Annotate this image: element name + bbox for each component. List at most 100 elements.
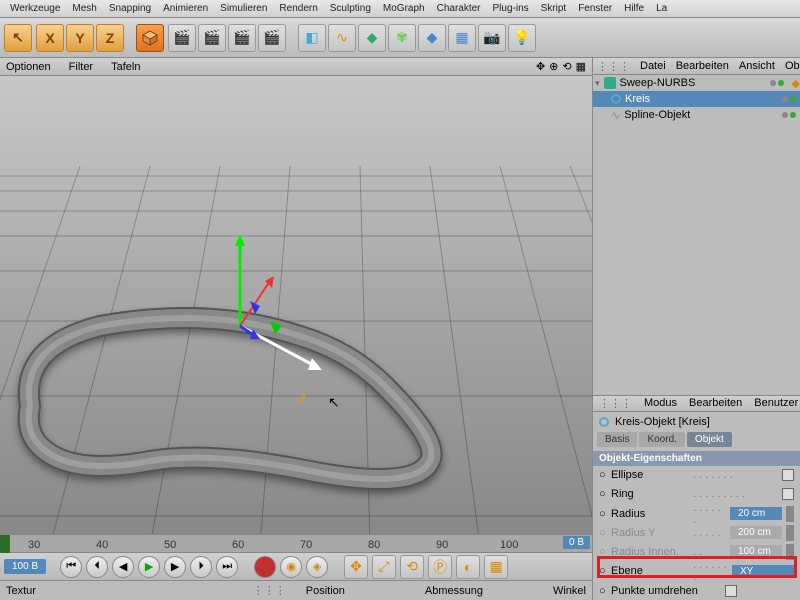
circle-icon — [599, 417, 609, 427]
circle-icon — [611, 94, 621, 104]
play-icon[interactable]: ▶ — [138, 556, 160, 578]
current-frame-field[interactable]: 100 B — [4, 559, 46, 574]
viewport-menu-item[interactable]: Tafeln — [111, 61, 140, 73]
next-key-icon[interactable]: ⏵ — [190, 556, 212, 578]
array-tool-icon[interactable]: ✾ — [388, 24, 416, 52]
am-menu-item[interactable]: Bearbeiten — [689, 397, 742, 409]
timeline-playhead[interactable] — [0, 535, 10, 553]
axis-y-button[interactable]: Y — [66, 24, 94, 52]
extra-mode-icon[interactable]: ▦ — [484, 555, 508, 579]
prop-ellipse: ○Ellipse. . . . . . . — [593, 466, 800, 485]
render-clapper-icon[interactable]: 🎬 — [168, 24, 196, 52]
render-region-icon[interactable]: 🎬 — [198, 24, 226, 52]
menu-item[interactable]: Skript — [535, 3, 573, 14]
light-tool-icon[interactable]: 💡 — [508, 24, 536, 52]
tab-koord[interactable]: Koord. — [639, 432, 684, 447]
prop-punkte-umdrehen: ○Punkte umdrehen — [593, 581, 800, 600]
attribute-object-title: Kreis-Objekt [Kreis] — [593, 412, 800, 432]
environment-tool-icon[interactable]: ▦ — [448, 24, 476, 52]
transform-gizmo[interactable]: ʑ — [200, 226, 400, 426]
cube-tool-icon[interactable] — [136, 24, 164, 52]
timeline-end-frame[interactable]: 0 B — [563, 536, 590, 549]
step-back-icon[interactable]: ◀ — [112, 556, 134, 578]
object-tree[interactable]: ▾ Sweep-NURBS ◆ Kreis ∿ Spline-Objekt — [593, 75, 800, 395]
param-mode-icon[interactable]: Ⓟ — [428, 555, 452, 579]
menu-item[interactable]: Fenster — [572, 3, 618, 14]
menu-item[interactable]: Sculpting — [324, 3, 377, 14]
ebene-select[interactable]: XY — [732, 565, 794, 578]
tag-icon[interactable]: ◆ — [792, 77, 800, 90]
object-manager-menu: ⋮⋮⋮ Datei Bearbeiten Ansicht Ob — [593, 58, 800, 75]
spline-icon: ∿ — [611, 109, 620, 122]
menu-item[interactable]: Rendern — [273, 3, 323, 14]
coord-manager-bar: Textur ⋮⋮⋮ Position Abmessung Winkel — [0, 580, 592, 600]
textur-label: Textur — [6, 585, 36, 597]
spinner-icon[interactable] — [786, 506, 794, 522]
nurbs-tool-icon[interactable]: ◆ — [358, 24, 386, 52]
prop-radius: ○Radius. . . . . . 20 cm — [593, 504, 800, 524]
radius-innen-field: 100 cm — [730, 545, 782, 558]
menu-item[interactable]: Animieren — [157, 3, 214, 14]
sweep-nurbs-icon — [604, 77, 616, 89]
main-toolbar: ↖ X Y Z 🎬 🎬 🎬 🎬 ◧ ∿ ◆ ✾ ◆ ▦ 📷 💡 — [0, 18, 800, 58]
am-menu-item[interactable]: Modus — [644, 397, 677, 409]
spline-tool-icon[interactable]: ∿ — [328, 24, 356, 52]
axis-x-button[interactable]: X — [36, 24, 64, 52]
nav-pan-icon[interactable]: ✥ — [536, 60, 545, 73]
tree-row-spline[interactable]: ∿ Spline-Objekt — [593, 107, 800, 123]
menu-item[interactable]: Hilfe — [618, 3, 650, 14]
ellipse-checkbox[interactable] — [782, 469, 794, 481]
move-mode-icon[interactable]: ✥ — [344, 555, 368, 579]
camera-tool-icon[interactable]: 📷 — [478, 24, 506, 52]
menu-item[interactable]: Simulieren — [214, 3, 273, 14]
tree-row-sweep[interactable]: ▾ Sweep-NURBS ◆ — [593, 75, 800, 91]
menu-item[interactable]: MoGraph — [377, 3, 431, 14]
menu-item[interactable]: La — [650, 3, 673, 14]
scale-mode-icon[interactable]: ⤢ — [372, 555, 396, 579]
nav-rotate-icon[interactable]: ⟲ — [562, 60, 571, 73]
menu-item[interactable]: Werkzeuge — [4, 3, 66, 14]
nav-layout-icon[interactable]: ▦ — [576, 60, 586, 73]
menu-item[interactable]: Mesh — [66, 3, 102, 14]
rotate-mode-icon[interactable]: ⟲ — [400, 555, 424, 579]
position-label: Position — [306, 585, 345, 597]
nav-zoom-icon[interactable]: ⊕ — [549, 60, 558, 73]
axis-z-button[interactable]: Z — [96, 24, 124, 52]
arrow-tool-icon[interactable]: ↖ — [4, 24, 32, 52]
menu-item[interactable]: Charakter — [431, 3, 487, 14]
tab-basis[interactable]: Basis — [597, 432, 637, 447]
deformer-tool-icon[interactable]: ◆ — [418, 24, 446, 52]
goto-end-icon[interactable]: ⏭ — [216, 556, 238, 578]
step-forward-icon[interactable]: ▶ — [164, 556, 186, 578]
abmessung-label: Abmessung — [425, 585, 483, 597]
primitive-cube-icon[interactable]: ◧ — [298, 24, 326, 52]
ring-checkbox[interactable] — [782, 488, 794, 500]
render-active-icon[interactable]: 🎬 — [258, 24, 286, 52]
pla-mode-icon[interactable]: ◐ — [456, 555, 480, 579]
winkel-label: Winkel — [553, 585, 586, 597]
viewport-menu-item[interactable]: Optionen — [6, 61, 51, 73]
prev-key-icon[interactable]: ⏴ — [86, 556, 108, 578]
om-menu-item[interactable]: Ob — [785, 60, 800, 72]
om-menu-item[interactable]: Ansicht — [739, 60, 775, 72]
timeline-ruler[interactable]: 30 40 50 60 70 80 90 100 0 B — [0, 534, 592, 552]
menu-item[interactable]: Plug-ins — [487, 3, 535, 14]
om-menu-item[interactable]: Datei — [640, 60, 666, 72]
render-settings-icon[interactable]: 🎬 — [228, 24, 256, 52]
menu-item[interactable]: Snapping — [103, 3, 157, 14]
prop-radius-y: ○Radius Y. . . . . 200 cm — [593, 524, 800, 543]
tree-row-kreis[interactable]: Kreis — [593, 91, 800, 107]
punkte-checkbox[interactable] — [725, 585, 737, 597]
tab-objekt[interactable]: Objekt — [687, 432, 732, 447]
radius-field[interactable]: 20 cm — [730, 507, 782, 520]
3d-viewport[interactable]: ʑ ↖ — [0, 76, 592, 534]
main-menubar: Werkzeuge Mesh Snapping Animieren Simuli… — [0, 0, 800, 18]
am-menu-item[interactable]: Benutzer — [754, 397, 798, 409]
goto-start-icon[interactable]: ⏮ — [60, 556, 82, 578]
radius-y-field: 200 cm — [730, 526, 782, 539]
autokey-icon[interactable]: ◉ — [280, 556, 302, 578]
keyframe-icon[interactable]: ◈ — [306, 556, 328, 578]
om-menu-item[interactable]: Bearbeiten — [676, 60, 729, 72]
viewport-menu-item[interactable]: Filter — [69, 61, 93, 73]
record-icon[interactable] — [254, 556, 276, 578]
